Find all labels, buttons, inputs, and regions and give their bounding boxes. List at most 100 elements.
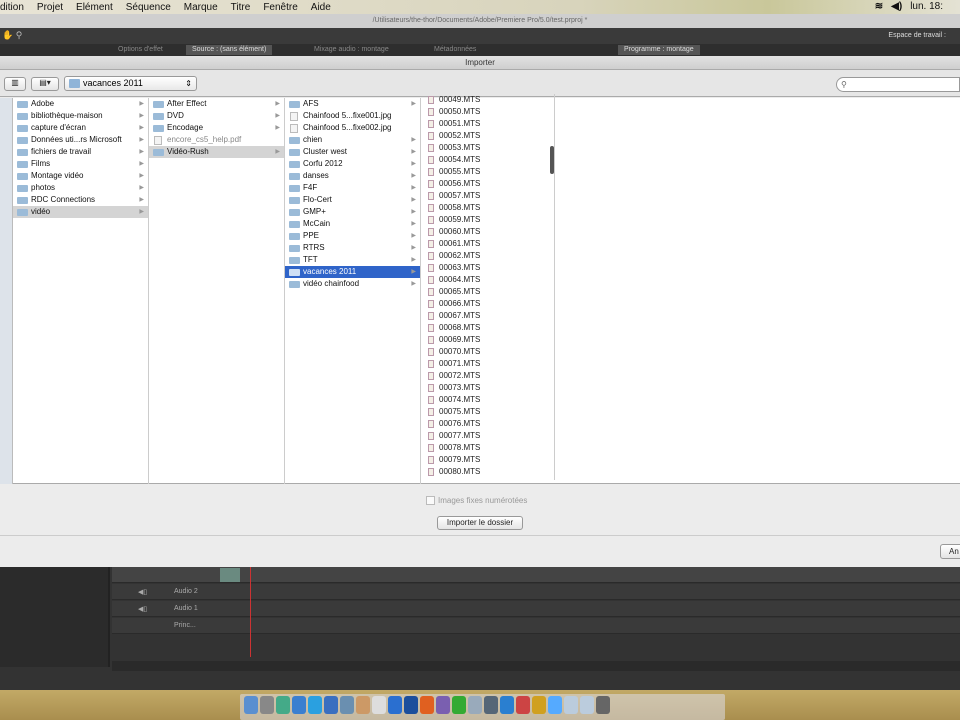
list-item[interactable]: McCain ▶ bbox=[285, 218, 420, 230]
tab-metadata[interactable]: Métadonnées bbox=[434, 46, 476, 53]
file-item[interactable]: 00066.MTS bbox=[421, 298, 554, 310]
list-item[interactable]: Adobe ▶ bbox=[13, 98, 148, 110]
list-item[interactable]: photos ▶ bbox=[13, 182, 148, 194]
playhead[interactable] bbox=[250, 567, 251, 657]
list-item[interactable]: fichiers de travail ▶ bbox=[13, 146, 148, 158]
list-item[interactable]: vacances 2011 ▶ bbox=[285, 266, 420, 278]
list-item[interactable]: chien ▶ bbox=[285, 134, 420, 146]
dock-app-icon[interactable] bbox=[532, 696, 546, 714]
menu-projet[interactable]: Projet bbox=[37, 2, 63, 13]
import-folder-button[interactable]: Importer le dossier bbox=[437, 516, 523, 530]
list-item[interactable]: Chainfood 5...fixe002.jpg bbox=[285, 122, 420, 134]
list-item[interactable]: Encodage ▶ bbox=[149, 122, 284, 134]
file-item[interactable]: 00076.MTS bbox=[421, 418, 554, 430]
volume-icon[interactable]: ◀) bbox=[891, 1, 902, 12]
file-item[interactable]: 00062.MTS bbox=[421, 250, 554, 262]
dock-app-icon[interactable] bbox=[292, 696, 306, 714]
list-item[interactable]: Flo-Cert ▶ bbox=[285, 194, 420, 206]
menu-edition[interactable]: dition bbox=[0, 2, 24, 13]
file-item[interactable]: 00072.MTS bbox=[421, 370, 554, 382]
list-item[interactable]: encore_cs5_help.pdf bbox=[149, 134, 284, 146]
dock-app-icon[interactable] bbox=[548, 696, 562, 714]
list-item[interactable]: Corfu 2012 ▶ bbox=[285, 158, 420, 170]
file-item[interactable]: 00064.MTS bbox=[421, 274, 554, 286]
file-item[interactable]: 00061.MTS bbox=[421, 238, 554, 250]
dock-app-icon[interactable] bbox=[516, 696, 530, 714]
list-item[interactable]: Films ▶ bbox=[13, 158, 148, 170]
file-item[interactable]: 00060.MTS bbox=[421, 226, 554, 238]
list-item[interactable]: DVD ▶ bbox=[149, 110, 284, 122]
file-item[interactable]: 00065.MTS bbox=[421, 286, 554, 298]
list-item[interactable]: danses ▶ bbox=[285, 170, 420, 182]
file-item[interactable]: 00077.MTS bbox=[421, 430, 554, 442]
zoom-scrollbar[interactable] bbox=[112, 661, 960, 671]
file-item[interactable]: 00081.MTS bbox=[421, 478, 554, 480]
list-item[interactable]: bibliothèque-maison ▶ bbox=[13, 110, 148, 122]
dock-app-icon[interactable] bbox=[260, 696, 274, 714]
list-item[interactable]: AFS ▶ bbox=[285, 98, 420, 110]
dock-app-icon[interactable] bbox=[388, 696, 402, 714]
menu-titre[interactable]: Titre bbox=[231, 2, 251, 13]
list-item[interactable]: Vidéo-Rush ▶ bbox=[149, 146, 284, 158]
track-label[interactable]: Princ... bbox=[174, 622, 196, 629]
file-item[interactable]: 00054.MTS bbox=[421, 154, 554, 166]
file-item[interactable]: 00058.MTS bbox=[421, 202, 554, 214]
dock-app-icon[interactable] bbox=[452, 696, 466, 714]
file-item[interactable]: 00070.MTS bbox=[421, 346, 554, 358]
sidebar[interactable] bbox=[0, 98, 13, 484]
hand-tool-icon[interactable]: ✋ ⚲ bbox=[2, 30, 22, 41]
wifi-icon[interactable]: ≋ bbox=[875, 1, 883, 12]
list-item[interactable]: After Effect ▶ bbox=[149, 98, 284, 110]
list-item[interactable]: RDC Connections ▶ bbox=[13, 194, 148, 206]
list-item[interactable]: PPE ▶ bbox=[285, 230, 420, 242]
file-item[interactable]: 00079.MTS bbox=[421, 454, 554, 466]
tab-program[interactable]: Programme : montage bbox=[618, 45, 700, 55]
menu-fenetre[interactable]: Fenêtre bbox=[263, 2, 297, 13]
dock-app-icon[interactable] bbox=[356, 696, 370, 714]
file-item[interactable]: 00063.MTS bbox=[421, 262, 554, 274]
file-item[interactable]: 00075.MTS bbox=[421, 406, 554, 418]
dock-app-icon[interactable] bbox=[420, 696, 434, 714]
list-item[interactable]: Montage vidéo ▶ bbox=[13, 170, 148, 182]
list-item[interactable]: vidéo ▶ bbox=[13, 206, 148, 218]
file-item[interactable]: 00050.MTS bbox=[421, 106, 554, 118]
checkbox-icon[interactable] bbox=[426, 496, 435, 505]
list-item[interactable]: Cluster west ▶ bbox=[285, 146, 420, 158]
location-popup[interactable]: vacances 2011 ⇕ bbox=[64, 76, 197, 91]
arrange-button[interactable]: ▤▾ bbox=[31, 77, 59, 91]
file-item[interactable]: 00080.MTS bbox=[421, 466, 554, 478]
dock-app-icon[interactable] bbox=[244, 696, 258, 714]
list-item[interactable]: RTRS ▶ bbox=[285, 242, 420, 254]
speaker-icon[interactable]: ◀▯ bbox=[138, 605, 147, 613]
cancel-button[interactable]: An bbox=[940, 544, 960, 559]
file-item[interactable]: 00052.MTS bbox=[421, 130, 554, 142]
dock-app-icon[interactable] bbox=[340, 696, 354, 714]
list-item[interactable]: TFT ▶ bbox=[285, 254, 420, 266]
dock-app-icon[interactable] bbox=[580, 696, 594, 714]
list-item[interactable]: capture d'écran ▶ bbox=[13, 122, 148, 134]
list-item[interactable]: F4F ▶ bbox=[285, 182, 420, 194]
speaker-icon[interactable]: ◀▯ bbox=[138, 588, 147, 596]
dock-app-icon[interactable] bbox=[436, 696, 450, 714]
file-item[interactable]: 00055.MTS bbox=[421, 166, 554, 178]
menu-sequence[interactable]: Séquence bbox=[126, 2, 171, 13]
track-label[interactable]: Audio 2 bbox=[174, 588, 198, 595]
dock-app-icon[interactable] bbox=[324, 696, 338, 714]
clip[interactable] bbox=[220, 568, 240, 582]
dock-app-icon[interactable] bbox=[276, 696, 290, 714]
list-item[interactable]: vidéo chainfood ▶ bbox=[285, 278, 420, 290]
file-item[interactable]: 00051.MTS bbox=[421, 118, 554, 130]
file-item[interactable]: 00056.MTS bbox=[421, 178, 554, 190]
track-label[interactable]: Audio 1 bbox=[174, 605, 198, 612]
search-input[interactable]: ⚲ bbox=[836, 77, 960, 92]
menu-aide[interactable]: Aide bbox=[311, 2, 331, 13]
file-item[interactable]: 00059.MTS bbox=[421, 214, 554, 226]
file-item[interactable]: 00071.MTS bbox=[421, 358, 554, 370]
menu-element[interactable]: Elément bbox=[76, 2, 113, 13]
menu-marque[interactable]: Marque bbox=[184, 2, 218, 13]
scrollbar[interactable] bbox=[550, 146, 554, 174]
dock-app-icon[interactable] bbox=[372, 696, 386, 714]
dock-app-icon[interactable] bbox=[468, 696, 482, 714]
file-item[interactable]: 00049.MTS bbox=[421, 94, 554, 106]
dock-app-icon[interactable] bbox=[404, 696, 418, 714]
